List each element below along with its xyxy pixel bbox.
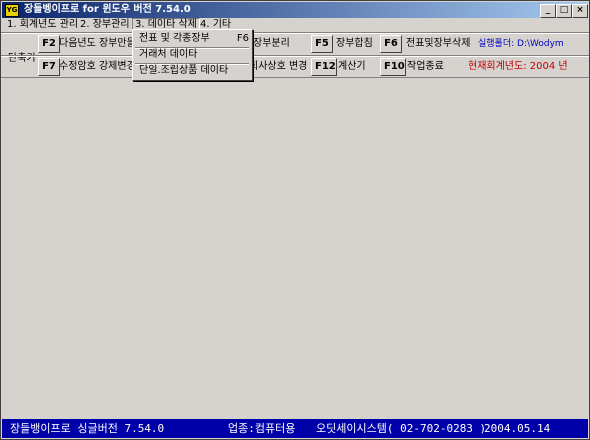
merge-ledger-label[interactable]: 장부합침 (336, 35, 373, 53)
current-fiscal-year: 현재회계년도: 2004 년 (468, 61, 568, 72)
delete-data-dropdown: 전표 및 각종장부 F6 거래처 데이타 단일.조립상품 데이타 (132, 29, 253, 81)
main-window: YG 장들벵이프로 for 윈도우 버전 7.54.0 _ □ × 1. 회계년… (0, 0, 590, 440)
menu-fiscal-year[interactable]: 1. 회계년도 관리 (5, 18, 80, 32)
dropdown-item-customers[interactable]: 거래처 데이타 (135, 47, 253, 62)
dropdown-item-vouchers-shortcut: F6 (236, 33, 249, 44)
close-button[interactable]: × (572, 4, 588, 18)
f7-key-button[interactable]: F7 (38, 58, 60, 76)
main-content-area (2, 78, 588, 417)
status-product: 장들뱅이프로 싱글버전 7.54.0 (10, 422, 165, 435)
status-date: 2004.05.14 (484, 422, 551, 435)
window-title: 장들벵이프로 for 윈도우 버전 7.54.0 (24, 4, 191, 15)
status-bar: 장들뱅이프로 싱글버전 7.54.0 업종:컴퓨터용 오딧세이시스템( 02-7… (2, 419, 588, 438)
exit-work-label[interactable]: 작업종료 (407, 58, 444, 76)
dropdown-item-products[interactable]: 단일.조립상품 데이타 (135, 63, 253, 78)
status-company: 오딧세이시스템( 02-702-0283 ) (316, 422, 487, 435)
f2-key-button[interactable]: F2 (38, 35, 60, 53)
calculator-label[interactable]: 계산기 (338, 58, 366, 76)
dropdown-item-customers-label: 거래처 데이타 (139, 49, 198, 60)
force-password-change-label[interactable]: 수정암호 강제변경 (59, 58, 136, 76)
toolbar-separator-mid (1, 55, 589, 57)
f12-key-button[interactable]: F12 (311, 58, 337, 76)
toolbar-separator-top (1, 32, 589, 34)
minimize-button[interactable]: _ (540, 4, 556, 18)
title-bar[interactable]: YG 장들벵이프로 for 윈도우 버전 7.54.0 _ □ × (2, 2, 588, 18)
exec-folder-info: 실행폴더: D:\Wodym (478, 39, 564, 49)
app-icon[interactable]: YG (5, 4, 19, 17)
menu-bar: 1. 회계년도 관리 2. 장부관리 3. 데이타 삭제 4. 기타 (2, 18, 588, 34)
dropdown-item-vouchers[interactable]: 전표 및 각종장부 F6 (135, 31, 253, 46)
delete-vouchers-label[interactable]: 전표및장부삭제 (406, 35, 470, 53)
split-ledger-label[interactable]: 장부분리 (253, 35, 290, 53)
maximize-button[interactable]: □ (556, 4, 572, 18)
dropdown-item-vouchers-label: 전표 및 각종장부 (139, 33, 210, 44)
f6-key-button[interactable]: F6 (380, 35, 402, 53)
change-company-name-label[interactable]: 회사상호 변경 (249, 58, 307, 76)
f10-key-button[interactable]: F10 (380, 58, 406, 76)
menu-ledger[interactable]: 2. 장부관리 (78, 18, 132, 32)
next-year-ledger-label[interactable]: 다음년도 장부만들 (59, 35, 136, 53)
dropdown-item-products-label: 단일.조립상품 데이타 (139, 65, 229, 76)
f5-key-button[interactable]: F5 (311, 35, 333, 53)
status-business: 업종:컴퓨터용 (228, 422, 296, 435)
